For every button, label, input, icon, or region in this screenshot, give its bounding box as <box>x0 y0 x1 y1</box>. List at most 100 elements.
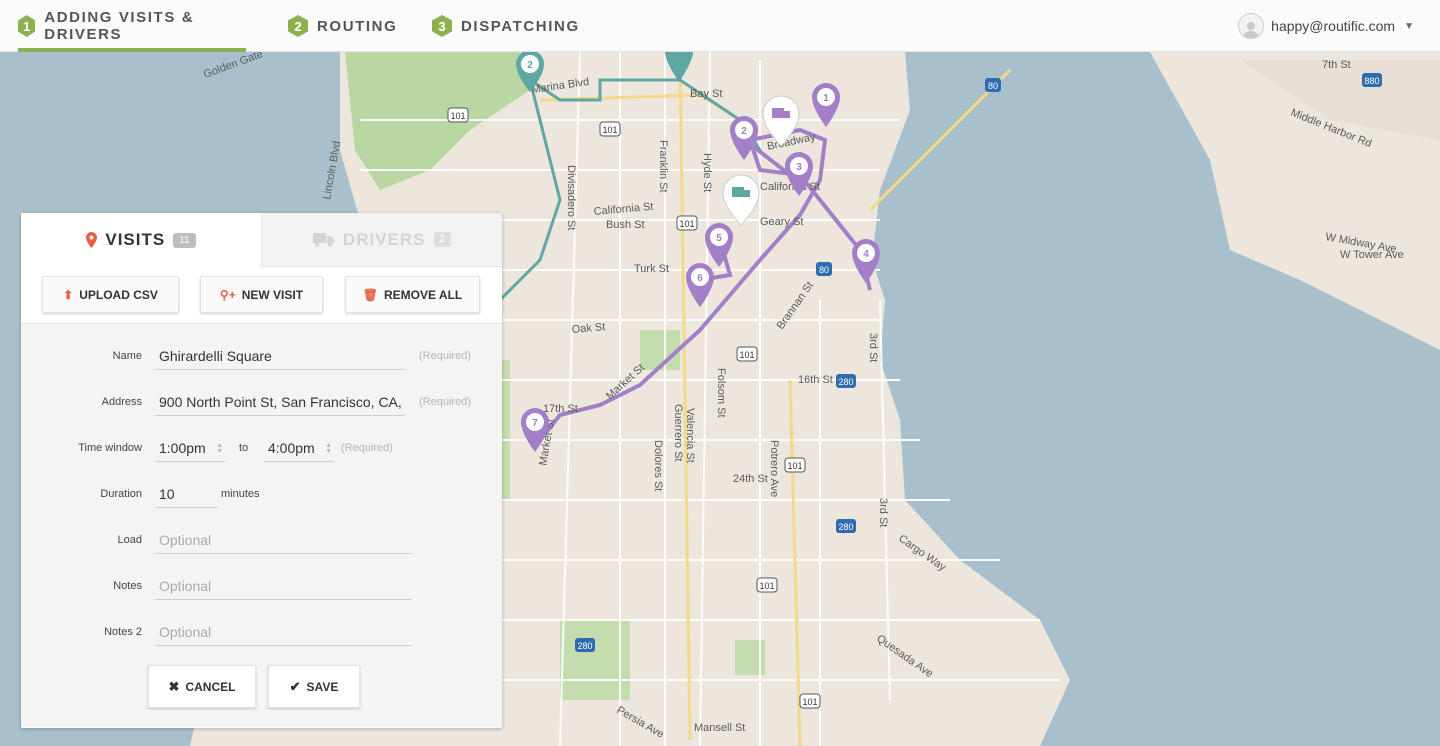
svg-text:4: 4 <box>863 249 869 260</box>
upload-icon: ⬆ <box>63 287 74 302</box>
svg-text:101: 101 <box>602 125 617 135</box>
svg-text:101: 101 <box>787 461 802 471</box>
step-number: 3 <box>432 15 452 37</box>
chevron-down-icon: ▼ <box>1404 20 1414 32</box>
svg-text:101: 101 <box>759 581 774 591</box>
svg-text:880: 880 <box>1364 76 1379 86</box>
notes-input[interactable]: Optional <box>155 572 412 600</box>
duration-input[interactable]: 10 <box>155 480 218 508</box>
new-visit-button[interactable]: ⚲+ NEW VISIT <box>200 276 323 313</box>
svg-text:24th St: 24th St <box>733 473 768 485</box>
svg-text:Folsom St: Folsom St <box>715 368 727 418</box>
time-start-input[interactable]: 1:00pm ▲ ▼ <box>155 434 225 462</box>
upload-csv-label: UPLOAD CSV <box>79 287 158 302</box>
tab-drivers[interactable]: DRIVERS 2 <box>261 213 502 267</box>
user-icon <box>1243 22 1260 38</box>
top-nav: 1 ADDING VISITS & DRIVERS 2 ROUTING 3 DI… <box>0 0 1440 52</box>
required-hint: (Required) <box>341 442 393 454</box>
load-label: Load <box>117 534 142 546</box>
notes-label: Notes <box>113 580 142 592</box>
svg-text:2: 2 <box>741 126 747 137</box>
svg-text:101: 101 <box>679 219 694 229</box>
step-label: ROUTING <box>317 17 398 35</box>
close-icon: ✖ <box>168 678 180 694</box>
svg-text:Hyde St: Hyde St <box>701 153 713 192</box>
svg-text:5: 5 <box>716 233 722 244</box>
svg-text:6: 6 <box>697 273 703 284</box>
driver-count-badge: 2 <box>433 232 452 247</box>
svg-text:17th St: 17th St <box>543 403 578 415</box>
svg-text:California St: California St <box>760 181 820 193</box>
svg-text:Guerrero St: Guerrero St <box>672 404 684 461</box>
upload-csv-button[interactable]: ⬆ UPLOAD CSV <box>42 276 179 313</box>
spinner-icon: ▲ ▼ <box>325 442 332 455</box>
step-number: 1 <box>18 15 36 37</box>
visit-count-badge: 11 <box>173 232 196 248</box>
svg-text:Franklin St: Franklin St <box>657 140 669 193</box>
svg-text:2: 2 <box>527 60 533 71</box>
user-email: happy@routific.com <box>1271 18 1396 34</box>
svg-text:3rd St: 3rd St <box>877 498 889 527</box>
required-hint: (Required) <box>419 350 471 362</box>
required-hint: (Required) <box>419 396 471 408</box>
name-input[interactable]: Ghirardelli Square <box>155 342 405 370</box>
check-icon: ✔ <box>289 678 301 694</box>
time-end-input[interactable]: 4:00pm ▲ ▼ <box>264 434 334 462</box>
step-routing[interactable]: 2 ROUTING <box>288 0 397 52</box>
visit-panel: VISITS 11 DRIVERS 2 ⬆ UPLOAD CSV ⚲+ NEW … <box>21 213 502 728</box>
svg-text:Bush St: Bush St <box>606 219 645 231</box>
svg-text:1: 1 <box>823 93 829 104</box>
svg-text:101: 101 <box>450 111 465 121</box>
svg-text:3: 3 <box>796 162 802 173</box>
remove-all-button[interactable]: 🗑 REMOVE ALL <box>345 276 480 313</box>
address-input[interactable]: 900 North Point St, San Francisco, CA, U <box>155 388 405 416</box>
tab-label: VISITS <box>105 230 166 249</box>
map-pin-icon <box>86 232 98 248</box>
cancel-button[interactable]: ✖ CANCEL <box>148 665 256 708</box>
user-menu[interactable]: happy@routific.com ▼ <box>1238 13 1414 39</box>
notes2-input[interactable]: Optional <box>155 618 412 646</box>
step-label: DISPATCHING <box>461 17 580 35</box>
tab-visits[interactable]: VISITS 11 <box>21 213 261 267</box>
svg-text:Bay St: Bay St <box>690 88 722 100</box>
svg-text:Divisadero St: Divisadero St <box>565 165 577 230</box>
step-number: 2 <box>288 15 308 37</box>
duration-label: Duration <box>100 488 142 500</box>
step-label: ADDING VISITS & DRIVERS <box>44 9 195 43</box>
svg-text:280: 280 <box>577 641 592 651</box>
time-window-label: Time window <box>78 442 142 454</box>
time-end-value: 4:00pm <box>268 440 315 456</box>
time-start-value: 1:00pm <box>159 440 206 456</box>
trash-icon: 🗑 <box>362 287 378 302</box>
visit-form: Name Ghirardelli Square (Required) Addre… <box>21 324 502 727</box>
svg-text:Valencia St: Valencia St <box>684 408 696 463</box>
svg-text:280: 280 <box>838 522 853 532</box>
svg-text:Potrero Ave: Potrero Ave <box>768 440 780 497</box>
svg-text:16th St: 16th St <box>798 374 833 386</box>
step-adding-visits[interactable]: 1 ADDING VISITS & DRIVERS <box>18 0 246 52</box>
svg-text:101: 101 <box>739 350 754 360</box>
svg-text:Turk St: Turk St <box>634 263 669 275</box>
add-pin-icon: ⚲+ <box>219 287 236 302</box>
tab-label: DRIVERS <box>342 229 426 249</box>
svg-text:Geary St: Geary St <box>760 216 803 228</box>
save-button[interactable]: ✔ SAVE <box>268 665 360 708</box>
step-dispatching[interactable]: 3 DISPATCHING <box>432 0 580 52</box>
new-visit-label: NEW VISIT <box>241 287 304 302</box>
svg-text:80: 80 <box>988 81 998 91</box>
name-label: Name <box>112 350 142 362</box>
save-label: SAVE <box>306 679 339 694</box>
load-input[interactable]: Optional <box>155 526 412 554</box>
remove-all-label: REMOVE ALL <box>384 287 463 302</box>
notes2-label: Notes 2 <box>104 626 142 638</box>
svg-text:Dolores St: Dolores St <box>652 440 664 491</box>
svg-text:280: 280 <box>838 377 853 387</box>
address-label: Address <box>101 396 142 408</box>
truck-icon <box>312 233 334 247</box>
spinner-icon: ▲ ▼ <box>216 442 223 455</box>
svg-text:7: 7 <box>532 418 538 429</box>
svg-text:W Tower Ave: W Tower Ave <box>1340 249 1404 261</box>
time-to-label: to <box>239 442 249 454</box>
duration-unit: minutes <box>221 488 260 500</box>
svg-text:3rd St: 3rd St <box>867 333 879 362</box>
